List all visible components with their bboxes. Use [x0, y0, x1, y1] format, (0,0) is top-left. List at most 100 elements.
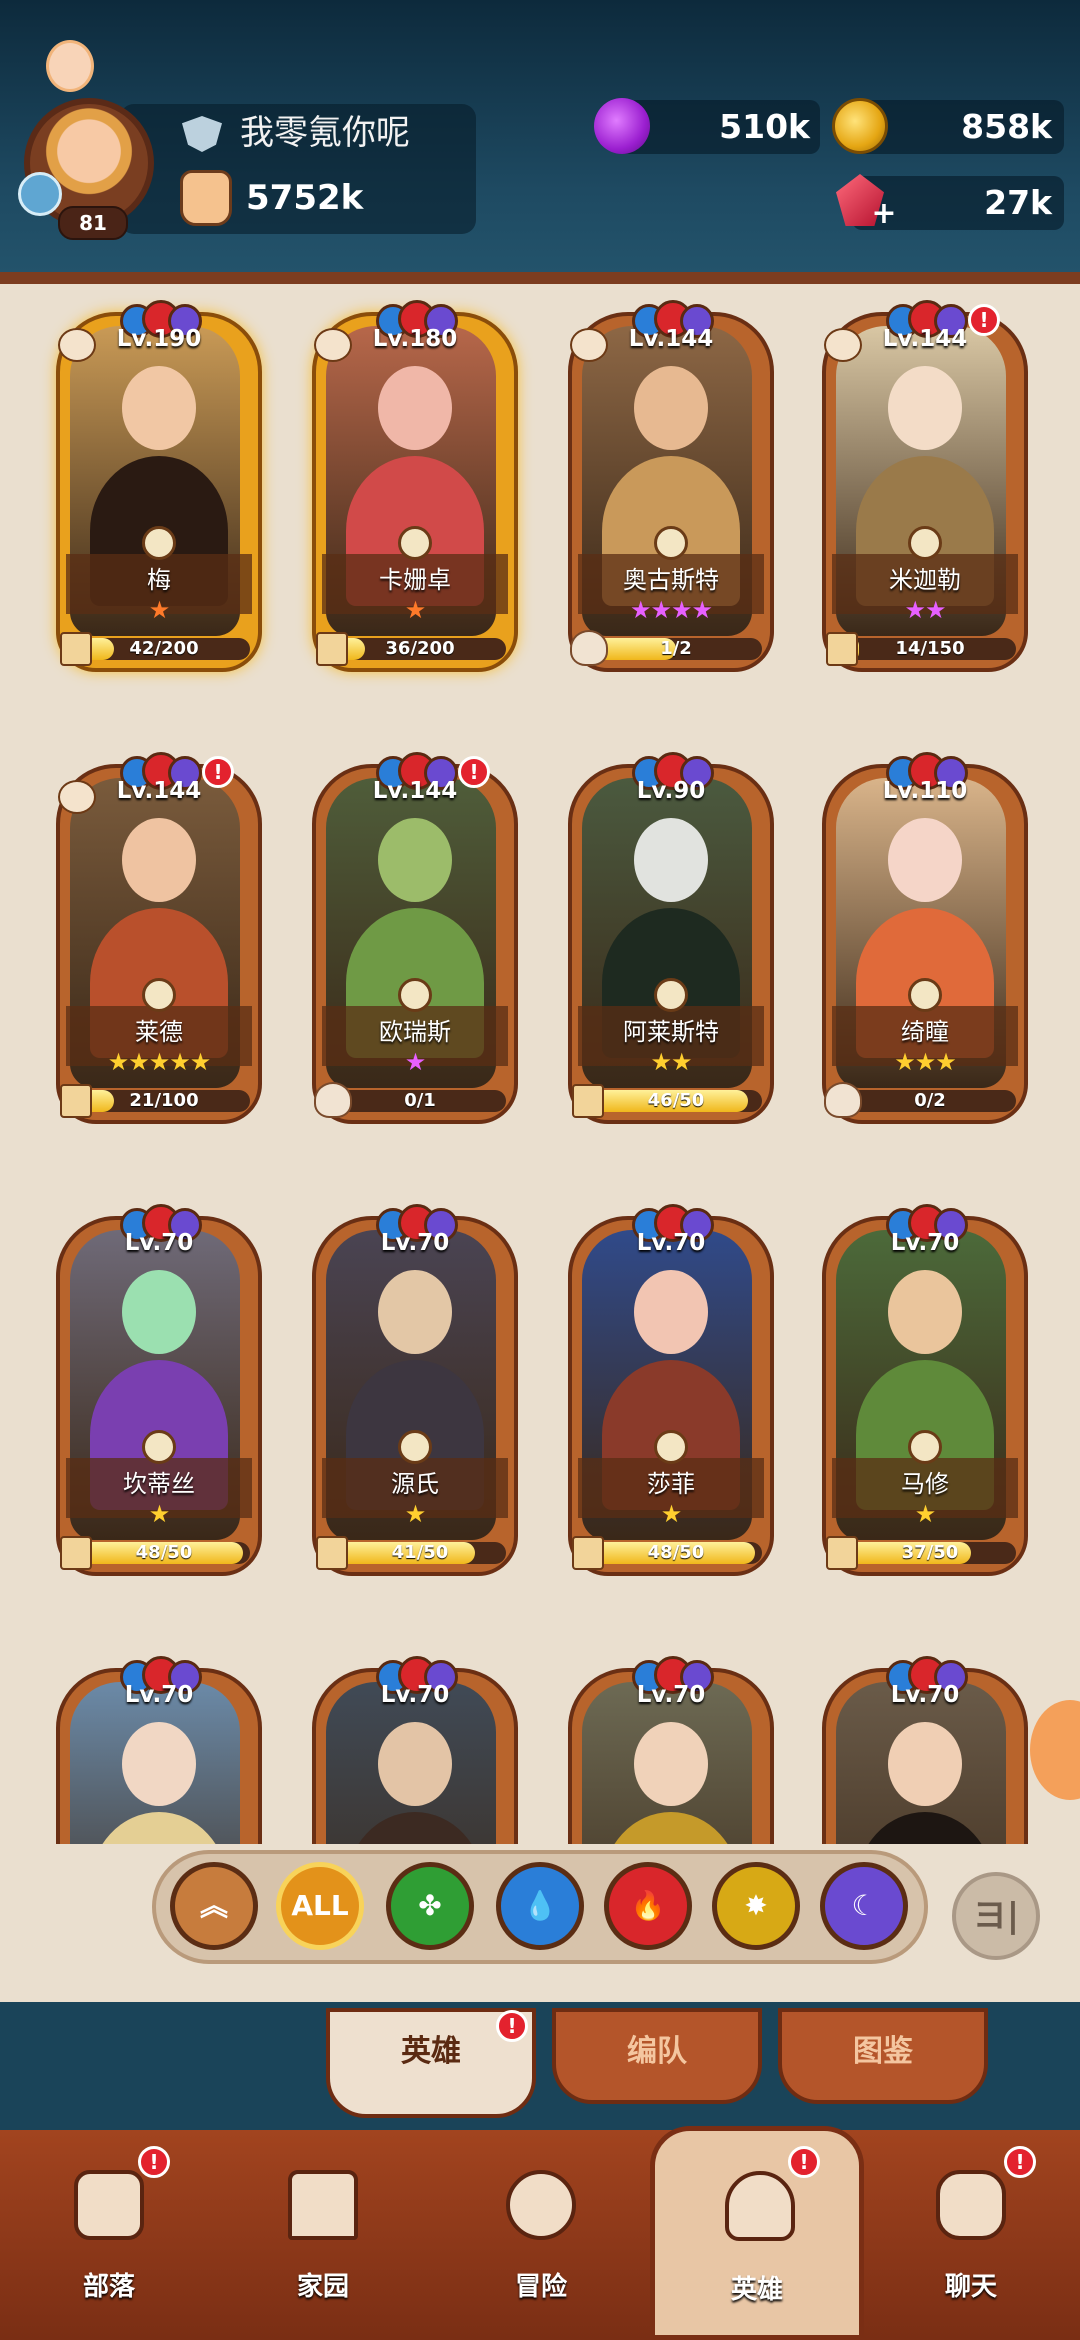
player-level: 81	[58, 206, 128, 240]
home-icon	[288, 2170, 358, 2240]
hero-role-icon	[654, 526, 688, 560]
nav-chat-alert-icon: !	[1004, 2146, 1036, 2178]
chat-bubble-icon	[936, 2170, 1006, 2240]
hero-role-icon	[398, 526, 432, 560]
hero-face-icon	[634, 1722, 708, 1806]
filter-fire-button[interactable]: 🔥	[604, 1862, 692, 1950]
tab-codex[interactable]: 图鉴	[778, 2008, 988, 2104]
hero-card[interactable]: Lv.70 源氏 ★ 41/50	[312, 1204, 518, 1592]
hero-level: Lv.70	[124, 1230, 194, 1256]
hero-stars: ★★★	[894, 1048, 957, 1076]
hero-name: 莱德	[135, 1018, 183, 1046]
tab-formation[interactable]: 编队	[552, 2008, 762, 2104]
avatar-badge-icon	[18, 172, 62, 216]
hero-body-icon	[346, 1812, 484, 1844]
hero-face-icon	[888, 1722, 962, 1806]
filter-dark-button[interactable]: ☾	[820, 1862, 908, 1950]
hero-progress-bar: 0/2	[844, 1090, 1016, 1112]
hero-progress-bar: 21/100	[78, 1090, 250, 1112]
hero-level: Lv.70	[890, 1682, 960, 1708]
hero-name: 米迦勒	[889, 566, 961, 594]
filter-light-button[interactable]: ✸	[712, 1862, 800, 1950]
hero-card[interactable]: Lv.110 绮瞳 ★★★ 0/2	[822, 752, 1028, 1140]
hero-progress-bar: 46/50	[590, 1090, 762, 1112]
hero-card[interactable]: Lv.144 米迦勒 ★★ 14/150!	[822, 300, 1028, 688]
tribe-banner-icon	[74, 2170, 144, 2240]
hero-name: 奥古斯特	[623, 566, 719, 594]
hero-card[interactable]: Lv.190 梅 ★ 42/200	[56, 300, 262, 688]
horn-helmet-icon	[314, 1082, 352, 1118]
hero-progress-bar: 36/200	[334, 638, 506, 660]
hero-card[interactable]: Lv.70	[822, 1656, 1028, 1844]
elixir-icon	[594, 98, 650, 154]
hero-face-icon	[634, 1270, 708, 1354]
nav-adventure[interactable]: 冒险	[466, 2160, 616, 2330]
hero-card[interactable]: Lv.70 马修 ★ 37/50	[822, 1204, 1028, 1592]
hero-face-icon	[378, 818, 452, 902]
hero-body-icon	[602, 1812, 740, 1844]
hero-stars: ★	[660, 1500, 683, 1528]
elixir-value: 510k	[719, 107, 810, 146]
hero-card[interactable]: Lv.144 欧瑞斯 ★ 0/1!	[312, 752, 518, 1140]
nav-heroes[interactable]: 英雄	[650, 2126, 864, 2340]
hero-progress-text: 42/200	[129, 638, 199, 659]
hero-level: Lv.70	[380, 1682, 450, 1708]
hero-role-icon	[908, 1430, 942, 1464]
hero-card[interactable]: Lv.70	[56, 1656, 262, 1844]
puzzle-piece-icon	[826, 632, 858, 666]
filter-nature-button[interactable]: ✤	[386, 1862, 474, 1950]
hero-level: Lv.70	[636, 1682, 706, 1708]
hero-role-icon	[908, 978, 942, 1012]
hero-progress-text: 37/50	[901, 1542, 959, 1563]
hero-card[interactable]: Lv.144 奥古斯特 ★★★★ 1/2	[568, 300, 774, 688]
hero-level: Lv.70	[124, 1682, 194, 1708]
hero-body-icon	[856, 1812, 994, 1844]
puzzle-piece-icon	[60, 1084, 92, 1118]
hero-progress-bar: 14/150	[844, 638, 1016, 660]
hero-role-icon	[142, 526, 176, 560]
nav-heroes-alert-icon: !	[788, 2146, 820, 2178]
nav-tribe[interactable]: 部落	[34, 2160, 184, 2330]
filter-all-button[interactable]: ALL	[276, 1862, 364, 1950]
hero-stars: ★★	[904, 596, 946, 624]
puzzle-piece-icon	[572, 1084, 604, 1118]
hero-face-icon	[122, 366, 196, 450]
hero-name: 阿莱斯特	[623, 1018, 719, 1046]
hero-card[interactable]: Lv.70 坎蒂丝 ★ 48/50	[56, 1204, 262, 1592]
hero-group-icon	[58, 780, 96, 814]
hero-progress-text: 48/50	[647, 1542, 705, 1563]
hero-level: Lv.70	[636, 1230, 706, 1256]
hero-group-icon	[314, 328, 352, 362]
sort-button[interactable]: ヨ|	[952, 1872, 1040, 1960]
hero-face-icon	[634, 818, 708, 902]
nav-home[interactable]: 家园	[248, 2160, 398, 2330]
hero-stars: ★★	[650, 1048, 692, 1076]
hero-role-icon	[398, 1430, 432, 1464]
hero-group-icon	[570, 328, 608, 362]
collapse-filter-button[interactable]: ︽	[170, 1862, 258, 1950]
nav-chat[interactable]: 聊天	[896, 2160, 1046, 2330]
hero-card[interactable]: Lv.90 阿莱斯特 ★★ 46/50	[568, 752, 774, 1140]
add-gems-icon[interactable]: +	[870, 199, 898, 229]
hero-progress-text: 46/50	[647, 1090, 705, 1111]
viking-helmet-icon	[725, 2171, 795, 2241]
hero-card[interactable]: Lv.180 卡姗卓 ★ 36/200	[312, 300, 518, 688]
hero-name: 坎蒂丝	[123, 1470, 195, 1498]
hero-face-icon	[378, 366, 452, 450]
hero-grid[interactable]: Lv.190 梅 ★ 42/200 Lv.180 卡姗卓 ★ 36/200 Lv.144 奥古斯特…	[0, 284, 1080, 1844]
hero-card[interactable]: Lv.70 莎菲 ★ 48/50	[568, 1204, 774, 1592]
hero-card[interactable]: Lv.144 莱德 ★★★★★ 21/100!	[56, 752, 262, 1140]
hero-name: 绮瞳	[901, 1018, 949, 1046]
hero-level: Lv.70	[380, 1230, 450, 1256]
hero-progress-text: 36/200	[385, 638, 455, 659]
hero-card[interactable]: Lv.70	[568, 1656, 774, 1844]
filter-water-button[interactable]: 💧	[496, 1862, 584, 1950]
horn-helmet-icon	[824, 1082, 862, 1118]
hero-name: 梅	[147, 566, 171, 594]
hero-level: Lv.144	[372, 778, 458, 804]
hero-name: 源氏	[391, 1470, 439, 1498]
hero-progress-bar: 37/50	[844, 1542, 1016, 1564]
hero-name: 卡姗卓	[379, 566, 451, 594]
hero-role-icon	[654, 1430, 688, 1464]
hero-card[interactable]: Lv.70	[312, 1656, 518, 1844]
